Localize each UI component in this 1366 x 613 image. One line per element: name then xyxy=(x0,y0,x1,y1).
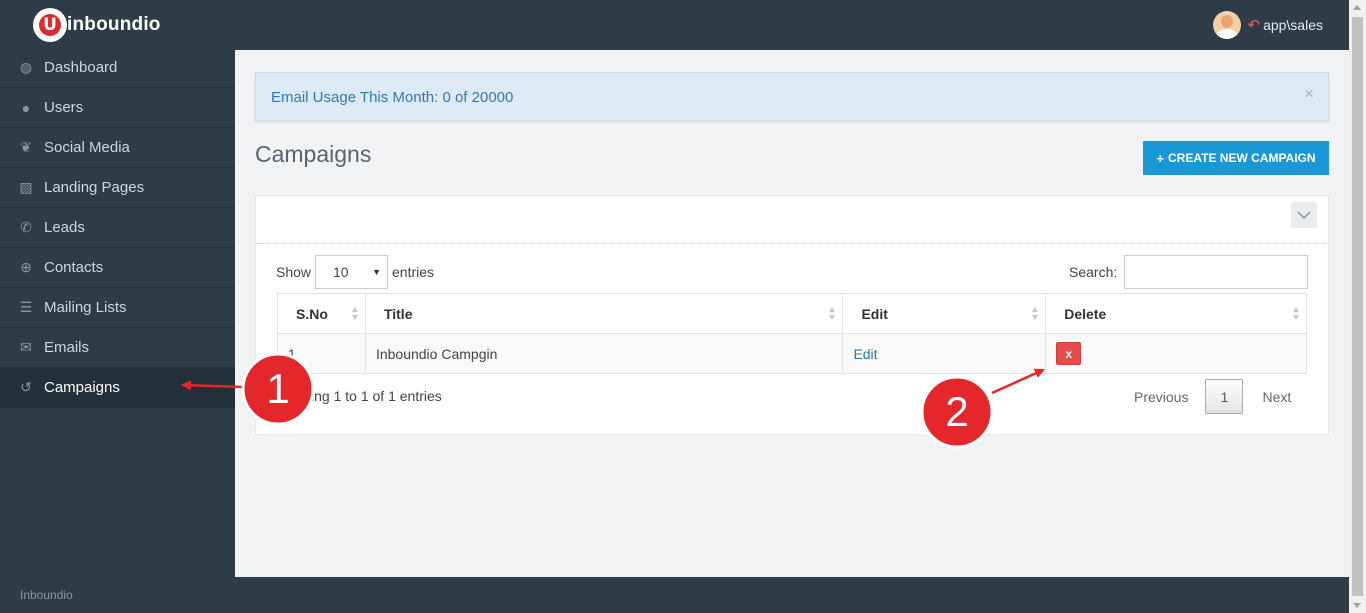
column-header-edit[interactable]: Edit xyxy=(842,293,1047,334)
main-content: Email Usage This Month: 0 of 20000 × Cam… xyxy=(235,50,1349,577)
column-header-delete[interactable]: Delete xyxy=(1045,293,1307,334)
campaigns-panel: Show 10 ▼ entries Search: S.No Title Edi… xyxy=(255,195,1329,435)
delete-button[interactable]: x xyxy=(1056,342,1082,365)
entries-label: entries xyxy=(392,264,435,280)
table-row: 1 Inboundio Campgin Edit x xyxy=(277,333,1307,374)
phone-icon: ✆ xyxy=(20,219,32,235)
sidebar: ◍ Dashboard ● Users ❦ Social Media ▨ Lan… xyxy=(0,48,235,408)
cell-edit: Edit xyxy=(842,333,1047,374)
magnet-logo-icon xyxy=(33,8,67,42)
sidebar-item-label: Users xyxy=(44,99,84,116)
page-title: Campaigns xyxy=(255,141,372,167)
column-header-sno[interactable]: S.No xyxy=(277,293,366,334)
column-header-label: Delete xyxy=(1064,305,1107,322)
sidebar-item-mailing-lists[interactable]: ☰ Mailing Lists xyxy=(0,288,235,328)
create-new-campaign-button[interactable]: + CREATE NEW CAMPAIGN xyxy=(1143,141,1329,175)
previous-button[interactable]: Previous xyxy=(1134,389,1188,405)
column-header-title[interactable]: Title xyxy=(364,293,844,334)
user-name[interactable]: app\sales xyxy=(1263,17,1323,33)
email-usage-alert: Email Usage This Month: 0 of 20000 × xyxy=(255,72,1329,121)
sidebar-item-label: Dashboard xyxy=(44,59,118,76)
sort-icon xyxy=(829,307,836,321)
create-button-label: CREATE NEW CAMPAIGN xyxy=(1168,151,1316,165)
crosshair-icon: ⊕ xyxy=(20,259,32,275)
logo-text: inboundio xyxy=(67,14,161,35)
search-label: Search: xyxy=(1069,264,1118,280)
sidebar-item-emails[interactable]: ✉ Emails xyxy=(0,328,235,368)
page-button[interactable]: 1 xyxy=(1205,379,1244,414)
sidebar-item-label: Mailing Lists xyxy=(44,299,127,316)
sidebar-item-social-media[interactable]: ❦ Social Media xyxy=(0,128,235,168)
envelope-icon: ✉ xyxy=(20,339,32,355)
sidebar-item-label: Contacts xyxy=(44,259,104,276)
collapse-button[interactable] xyxy=(1291,202,1317,228)
image-icon: ▨ xyxy=(19,179,33,195)
sidebar-item-label: Social Media xyxy=(44,139,130,156)
cell-sno: 1 xyxy=(277,333,366,374)
entries-select-value: 10 xyxy=(333,264,349,280)
top-bar: inboundio ↶ app\sales xyxy=(0,0,1349,50)
logout-icon[interactable]: ↶ xyxy=(1247,16,1260,34)
alert-text: Email Usage This Month: 0 of 20000 xyxy=(271,89,514,106)
avatar[interactable] xyxy=(1213,11,1242,39)
chevron-down-icon xyxy=(1297,210,1311,219)
sort-icon xyxy=(1032,307,1039,321)
sidebar-item-landing-pages[interactable]: ▨ Landing Pages xyxy=(0,168,235,208)
sidebar-item-label: Landing Pages xyxy=(44,179,145,196)
entries-select[interactable]: 10 ▼ xyxy=(315,255,388,289)
sidebar-item-leads[interactable]: ✆ Leads xyxy=(0,208,235,248)
sidebar-item-users[interactable]: ● Users xyxy=(0,88,235,128)
cell-title: Inboundio Campgin xyxy=(364,333,844,374)
cell-delete: x xyxy=(1045,333,1307,374)
logo[interactable]: inboundio xyxy=(33,8,161,42)
column-header-label: Edit xyxy=(861,305,888,322)
plus-icon: + xyxy=(1156,150,1165,166)
table-info: Showing 1 to 1 of 1 entries xyxy=(276,388,442,404)
sidebar-item-label: Campaigns xyxy=(44,379,120,396)
scrollbar[interactable] xyxy=(1349,0,1366,613)
scroll-down-arrow-icon[interactable] xyxy=(1353,603,1361,608)
sidebar-item-contacts[interactable]: ⊕ Contacts xyxy=(0,248,235,288)
sidebar-item-label: Leads xyxy=(44,219,85,236)
show-label: Show xyxy=(276,264,312,280)
edit-link[interactable]: Edit xyxy=(853,346,877,362)
campaigns-table: S.No Title Edit Delete 1 Inboundio Campg… xyxy=(277,293,1307,374)
scrollbar-thumb[interactable] xyxy=(1352,17,1363,596)
footer-brand: Inboundio xyxy=(20,588,73,602)
sidebar-item-label: Emails xyxy=(44,339,90,356)
sidebar-item-dashboard[interactable]: ◍ Dashboard xyxy=(0,48,235,88)
scroll-up-arrow-icon[interactable] xyxy=(1353,5,1361,10)
sidebar-item-campaigns[interactable]: ↺ Campaigns xyxy=(0,368,235,408)
search-input[interactable] xyxy=(1124,255,1308,289)
twitter-icon: ❦ xyxy=(20,139,32,155)
panel-header xyxy=(256,196,1328,244)
sort-icon xyxy=(351,307,359,321)
sort-icon xyxy=(1293,307,1300,321)
column-header-label: S.No xyxy=(296,305,328,322)
user-menu[interactable]: ↶ app\sales xyxy=(1213,11,1323,39)
close-icon[interactable]: × xyxy=(1304,84,1314,104)
pagination: Previous 1 Next xyxy=(1122,379,1291,414)
history-icon: ↺ xyxy=(20,379,32,395)
list-icon: ☰ xyxy=(19,299,33,315)
table-header-row: S.No Title Edit Delete xyxy=(277,293,1307,334)
globe-icon: ◍ xyxy=(19,59,33,75)
caret-down-icon: ▼ xyxy=(372,267,381,277)
next-button[interactable]: Next xyxy=(1262,389,1291,405)
column-header-label: Title xyxy=(383,305,413,322)
users-icon: ● xyxy=(21,99,31,116)
